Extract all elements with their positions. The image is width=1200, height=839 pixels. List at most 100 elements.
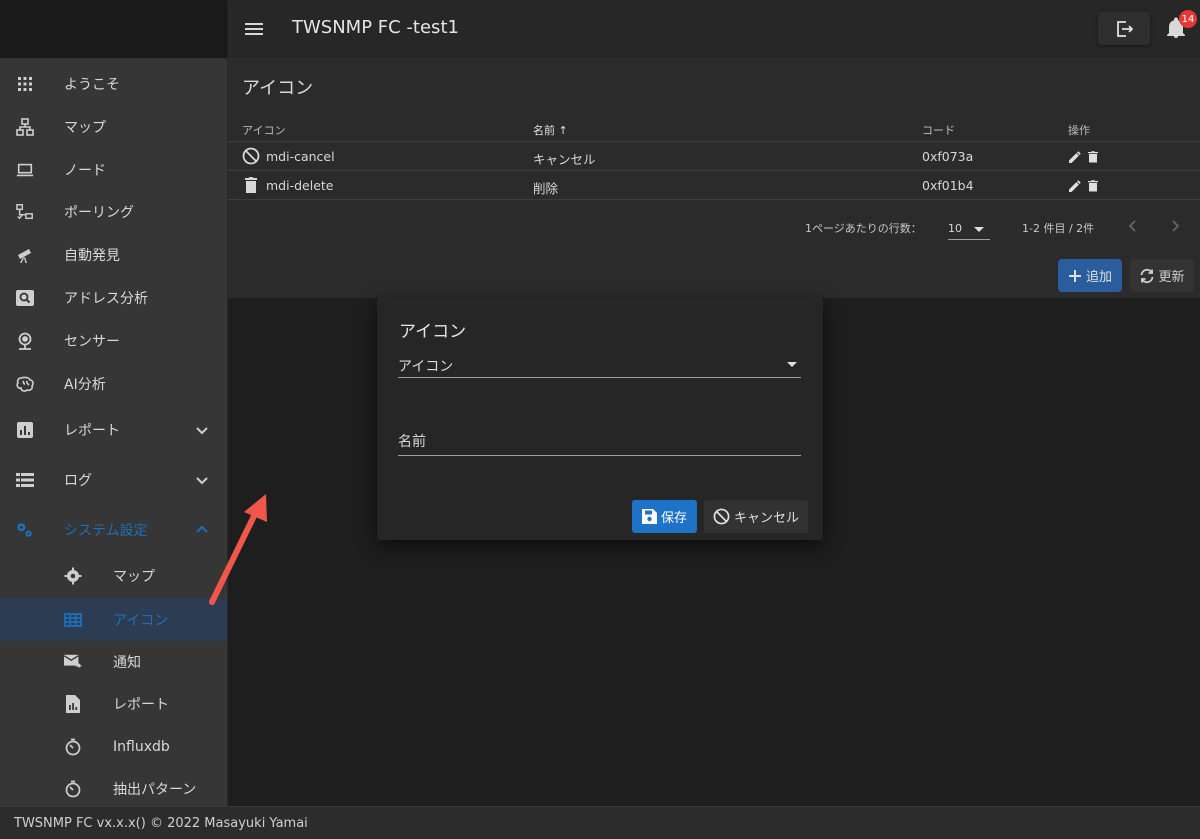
- column-header-code[interactable]: コード: [922, 122, 955, 138]
- add-button-label: 追加: [1085, 270, 1112, 285]
- divider: [228, 141, 1200, 142]
- cancel-icon: [713, 508, 730, 525]
- menu-icon[interactable]: [242, 17, 266, 41]
- sidebar-item-discovery[interactable]: 自動発見: [0, 235, 227, 275]
- sidebar-item-sensor[interactable]: センサー: [0, 321, 227, 361]
- sidebar-item-label: マップ: [64, 120, 106, 136]
- sidebar-item-report[interactable]: レポート: [0, 410, 227, 450]
- table-cell-name: 削除: [533, 181, 559, 196]
- lan-check-icon: [16, 203, 34, 221]
- sidebar-subitem-map[interactable]: マップ: [0, 556, 227, 596]
- pencil-icon[interactable]: [1069, 151, 1081, 163]
- email-send-icon: [64, 653, 82, 671]
- icon-edit-dialog: アイコン アイコン 名前 保存 キャンセル: [377, 298, 823, 540]
- brain-icon: [16, 375, 34, 393]
- delete-icon: [245, 177, 257, 193]
- sidebar-item-system-settings[interactable]: システム設定: [0, 510, 227, 550]
- table-cell-name: キャンセル: [533, 152, 596, 167]
- delete-icon[interactable]: [1087, 180, 1099, 192]
- webcam-icon: [16, 332, 34, 350]
- sidebar: ようこそ マップ ノード ポーリング 自動発見 アドレス分析 センサー AI分析…: [0, 0, 228, 806]
- rows-per-page-select[interactable]: 10: [948, 218, 990, 240]
- laptop-icon: [16, 161, 34, 179]
- sidebar-subitem-label: 抽出パターン: [113, 782, 197, 798]
- sidebar-item-ai-analysis[interactable]: AI分析: [0, 364, 227, 404]
- sidebar-item-label: システム設定: [64, 523, 148, 539]
- divider: [228, 199, 1200, 200]
- footer: TWSNMP FC vx.x.x() © 2022 Masayuki Yamai: [0, 806, 1200, 839]
- sidebar-subitem-influxdb[interactable]: Influxdb: [0, 727, 227, 767]
- rows-per-page-value: 10: [948, 222, 962, 235]
- content-save-icon: [641, 509, 657, 524]
- sidebar-header: [0, 0, 227, 58]
- pagination-range: 1-2 件目 / 2件: [1022, 222, 1095, 235]
- notification-badge: 14: [1179, 10, 1197, 28]
- column-header-icon[interactable]: アイコン: [242, 122, 285, 138]
- sync-icon: [1141, 268, 1154, 283]
- file-chart-icon: [64, 695, 82, 713]
- footer-text: TWSNMP FC vx.x.x() © 2022 Masayuki Yamai: [14, 816, 308, 831]
- delete-icon[interactable]: [1087, 151, 1099, 163]
- cog-icon: [64, 567, 82, 585]
- logout-icon: [1117, 20, 1133, 37]
- table-cell-icon-name: mdi-delete: [266, 178, 334, 193]
- sidebar-subitem-label: アイコン: [113, 612, 169, 629]
- name-input[interactable]: 名前: [398, 431, 801, 456]
- app-bar: TWSNMP FC -test1 14: [228, 0, 1200, 58]
- logout-button[interactable]: [1098, 12, 1150, 45]
- sidebar-subitem-extract-pattern[interactable]: 抽出パターン: [0, 769, 227, 809]
- lan-icon: [16, 118, 34, 136]
- column-header-actions: 操作: [1068, 124, 1090, 137]
- view-list-icon: [16, 471, 34, 489]
- sidebar-item-address-analysis[interactable]: アドレス分析: [0, 278, 227, 318]
- telescope-icon: [16, 246, 34, 264]
- plus-icon: [1068, 269, 1081, 282]
- column-header-name-label: 名前: [533, 124, 555, 137]
- magnify-scan-icon: [16, 289, 34, 307]
- sidebar-subitem-label: Influxdb: [113, 739, 170, 755]
- add-button[interactable]: 追加: [1058, 259, 1122, 292]
- apps-icon: [16, 75, 34, 93]
- sidebar-item-label: アドレス分析: [64, 291, 148, 307]
- sidebar-item-welcome[interactable]: ようこそ: [0, 64, 227, 104]
- cancel-icon: [242, 147, 260, 165]
- pencil-icon[interactable]: [1069, 180, 1081, 192]
- chevron-down-icon[interactable]: [194, 472, 210, 488]
- caret-down-icon: [974, 227, 984, 232]
- sidebar-item-label: ポーリング: [64, 205, 134, 221]
- timer-icon: [64, 780, 82, 798]
- chevron-down-icon[interactable]: [194, 422, 210, 438]
- chevron-right-icon[interactable]: [1168, 219, 1182, 233]
- sidebar-subitem-notification[interactable]: 通知: [0, 642, 227, 682]
- sidebar-subitem-icon[interactable]: アイコン: [0, 598, 227, 641]
- icon-select[interactable]: アイコン: [398, 356, 801, 378]
- refresh-button-label: 更新: [1158, 270, 1185, 285]
- table-cell-icon-name: mdi-cancel: [266, 149, 335, 164]
- save-button[interactable]: 保存: [632, 500, 697, 533]
- divider: [228, 170, 1200, 171]
- sort-arrow-icon: ↑: [558, 124, 568, 137]
- sidebar-item-map[interactable]: マップ: [0, 107, 227, 147]
- sidebar-subitem-report[interactable]: レポート: [0, 684, 227, 724]
- table-cell-code: 0xf073a: [922, 149, 974, 164]
- sidebar-item-label: レポート: [64, 423, 120, 439]
- sidebar-item-label: ノード: [64, 163, 106, 179]
- cancel-button[interactable]: キャンセル: [704, 500, 808, 533]
- chart-box-icon: [16, 421, 34, 439]
- page-title: アイコン: [242, 78, 314, 99]
- main-content: アイコン アイコン 名前 ↑ コード 操作 mdi-cancel キャンセル 0…: [228, 58, 1200, 298]
- chevron-left-icon[interactable]: [1126, 219, 1140, 233]
- annotation-arrow: [209, 494, 267, 605]
- sidebar-item-polling[interactable]: ポーリング: [0, 192, 227, 232]
- refresh-button[interactable]: 更新: [1130, 259, 1194, 292]
- sidebar-subitem-label: レポート: [113, 697, 169, 713]
- sidebar-item-node[interactable]: ノード: [0, 150, 227, 190]
- sidebar-item-label: ログ: [64, 473, 92, 489]
- icon-select-label: アイコン: [398, 359, 454, 375]
- column-header-name[interactable]: 名前 ↑: [533, 122, 568, 138]
- cancel-button-label: キャンセル: [733, 511, 799, 526]
- rows-per-page-label: 1ページあたりの行数：: [805, 222, 922, 235]
- sidebar-item-log[interactable]: ログ: [0, 460, 227, 500]
- sidebar-item-label: ようこそ: [64, 77, 120, 93]
- sidebar-item-label: AI分析: [64, 377, 106, 393]
